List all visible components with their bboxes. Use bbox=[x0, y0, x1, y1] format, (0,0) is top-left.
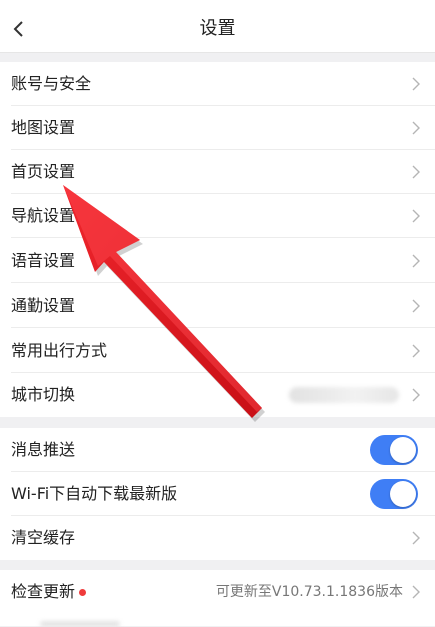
wifi-auto-download-toggle[interactable] bbox=[370, 479, 418, 509]
divider bbox=[11, 282, 435, 283]
row-label: Wi-Fi下自动下载最新版 bbox=[11, 484, 178, 503]
row-label: 通勤设置 bbox=[11, 296, 76, 315]
row-message-push: 消息推送 bbox=[0, 428, 435, 472]
update-section: 检查更新 可更新至V10.73.1.1836版本 bbox=[0, 570, 435, 615]
row-commute-settings[interactable]: 通勤设置 bbox=[0, 284, 435, 328]
next-row-peek bbox=[0, 615, 435, 627]
chevron-right-icon bbox=[412, 165, 420, 179]
row-navigation-settings[interactable]: 导航设置 bbox=[0, 194, 435, 238]
page-title: 设置 bbox=[199, 18, 236, 39]
chevron-right-icon bbox=[412, 77, 420, 91]
row-label: 首页设置 bbox=[11, 162, 76, 181]
divider bbox=[11, 327, 435, 328]
row-label: 账号与安全 bbox=[11, 74, 92, 93]
row-label: 消息推送 bbox=[11, 440, 76, 459]
row-city-switch[interactable]: 城市切换 bbox=[0, 373, 435, 417]
row-account-security[interactable]: 账号与安全 bbox=[0, 62, 435, 106]
divider bbox=[11, 237, 435, 238]
chevron-right-icon bbox=[412, 299, 420, 313]
row-label: 地图设置 bbox=[11, 118, 76, 137]
preferences-section: 消息推送 Wi-Fi下自动下载最新版 清空缓存 bbox=[0, 428, 435, 560]
settings-list: 账号与安全 地图设置 首页设置 导航设置 语音设置 通勤设置 常用出行方式 城市… bbox=[0, 62, 435, 417]
row-map-settings[interactable]: 地图设置 bbox=[0, 106, 435, 150]
chevron-right-icon bbox=[412, 388, 420, 402]
row-clear-cache[interactable]: 清空缓存 bbox=[0, 516, 435, 560]
row-label: 清空缓存 bbox=[11, 528, 76, 547]
chevron-right-icon bbox=[412, 585, 420, 599]
chevron-right-icon bbox=[412, 209, 420, 223]
row-check-update[interactable]: 检查更新 可更新至V10.73.1.1836版本 bbox=[0, 570, 435, 614]
row-frequent-travel-mode[interactable]: 常用出行方式 bbox=[0, 329, 435, 373]
row-wifi-auto-download: Wi-Fi下自动下载最新版 bbox=[0, 472, 435, 516]
redacted-text bbox=[40, 621, 120, 627]
row-label: 语音设置 bbox=[11, 251, 76, 270]
redacted-city-value bbox=[289, 387, 399, 403]
toggle-knob bbox=[390, 437, 416, 463]
row-label: 城市切换 bbox=[11, 385, 76, 404]
row-home-settings[interactable]: 首页设置 bbox=[0, 150, 435, 194]
message-push-toggle[interactable] bbox=[370, 435, 418, 465]
update-badge bbox=[79, 589, 86, 596]
row-voice-settings[interactable]: 语音设置 bbox=[0, 239, 435, 283]
row-label: 导航设置 bbox=[11, 206, 76, 225]
chevron-right-icon bbox=[412, 121, 420, 135]
chevron-right-icon bbox=[412, 531, 420, 545]
row-label: 常用出行方式 bbox=[11, 341, 108, 360]
chevron-right-icon bbox=[412, 254, 420, 268]
toggle-knob bbox=[390, 481, 416, 507]
row-label: 检查更新 bbox=[11, 582, 76, 601]
update-status: 可更新至V10.73.1.1836版本 bbox=[215, 584, 403, 600]
navigation-bar: 设置 bbox=[0, 6, 435, 53]
chevron-right-icon bbox=[412, 344, 420, 358]
